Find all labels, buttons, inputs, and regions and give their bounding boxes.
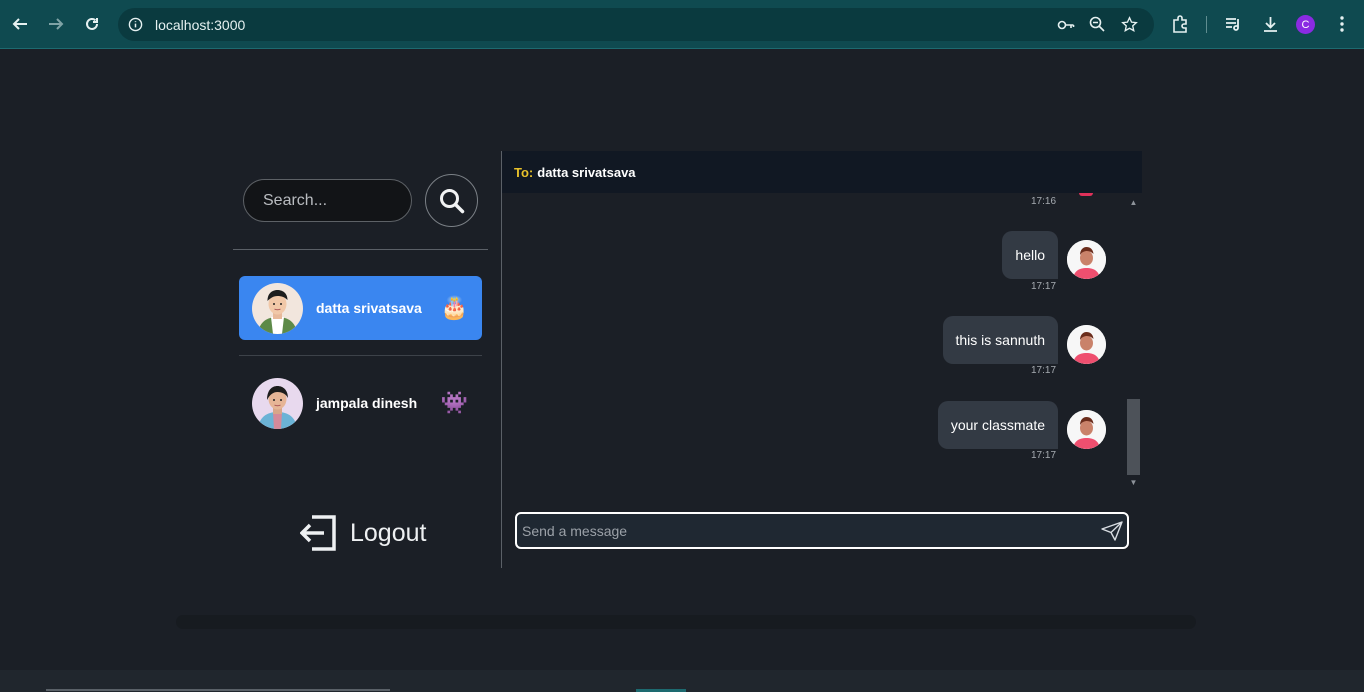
message-timestamp: 17:17	[1031, 450, 1057, 461]
toolbar-divider	[1206, 16, 1207, 33]
download-icon[interactable]	[1259, 13, 1281, 35]
to-label: To:	[514, 164, 534, 180]
site-info-icon[interactable]	[128, 17, 143, 32]
message-timestamp: 17:16	[1031, 196, 1057, 207]
avatar	[252, 377, 303, 429]
logout-icon	[300, 515, 336, 551]
profile-avatar[interactable]: C	[1296, 15, 1315, 34]
message-bubble: hello	[1002, 231, 1058, 279]
send-button[interactable]	[1101, 521, 1123, 541]
media-queue-icon[interactable]	[1223, 13, 1245, 35]
status-bar	[0, 670, 1364, 692]
recipient-name: datta srivatsava	[537, 164, 636, 180]
avatar	[252, 282, 303, 334]
extensions-icon[interactable]	[1169, 13, 1191, 35]
message-input[interactable]	[522, 514, 1082, 547]
card-shadow	[176, 615, 1196, 629]
forward-arrow-icon[interactable]	[45, 13, 67, 35]
sender-avatar	[1067, 325, 1106, 364]
search-icon	[439, 188, 464, 213]
partial-avatar	[1079, 193, 1093, 196]
logout-button[interactable]: Logout	[300, 513, 426, 553]
scroll-up-icon[interactable]: ▲	[1129, 198, 1138, 207]
conversation-name: jampala dinesh	[316, 395, 418, 411]
search-input[interactable]	[243, 179, 412, 222]
conversation-name: datta srivatsava	[316, 300, 422, 316]
browser-toolbar: localhost:3000 C	[0, 0, 1364, 49]
message-list[interactable]: 17:16 hello 17:17 this is sannuth 17:17 …	[502, 193, 1126, 488]
horizontal-scroll-indicator	[46, 689, 390, 691]
address-bar[interactable]: localhost:3000	[118, 8, 1154, 41]
search-button[interactable]	[425, 174, 478, 227]
conversation-item-datta-srivatsava[interactable]: datta srivatsava 🎂	[239, 276, 482, 340]
sender-avatar	[1067, 240, 1106, 279]
zoom-icon[interactable]	[1089, 16, 1105, 32]
url-text: localhost:3000	[155, 17, 246, 33]
scroll-down-icon[interactable]: ▼	[1129, 478, 1138, 487]
chat-header: To: datta srivatsava	[502, 151, 1142, 193]
message-timestamp: 17:17	[1031, 365, 1057, 376]
bookmark-star-icon[interactable]	[1121, 16, 1138, 33]
conversation-emoji: 🎂	[440, 295, 468, 320]
back-arrow-icon[interactable]	[9, 13, 31, 35]
message-timestamp: 17:17	[1031, 281, 1057, 292]
scrollbar-thumb[interactable]	[1127, 399, 1140, 475]
message-bubble: this is sannuth	[942, 316, 1058, 364]
more-menu-icon[interactable]	[1331, 13, 1353, 35]
send-icon	[1101, 521, 1123, 541]
conversation-item-jampala-dinesh[interactable]: jampala dinesh 👾	[239, 371, 482, 435]
message-composer	[515, 512, 1129, 549]
sender-avatar	[1067, 410, 1106, 449]
conversation-emoji: 👾	[440, 390, 468, 415]
message-bubble: your classmate	[937, 401, 1058, 449]
sidebar-divider	[233, 249, 488, 250]
logout-label: Logout	[350, 518, 427, 547]
conversation-divider	[239, 355, 482, 356]
password-key-icon[interactable]	[1057, 17, 1075, 32]
reload-icon[interactable]	[81, 13, 103, 35]
